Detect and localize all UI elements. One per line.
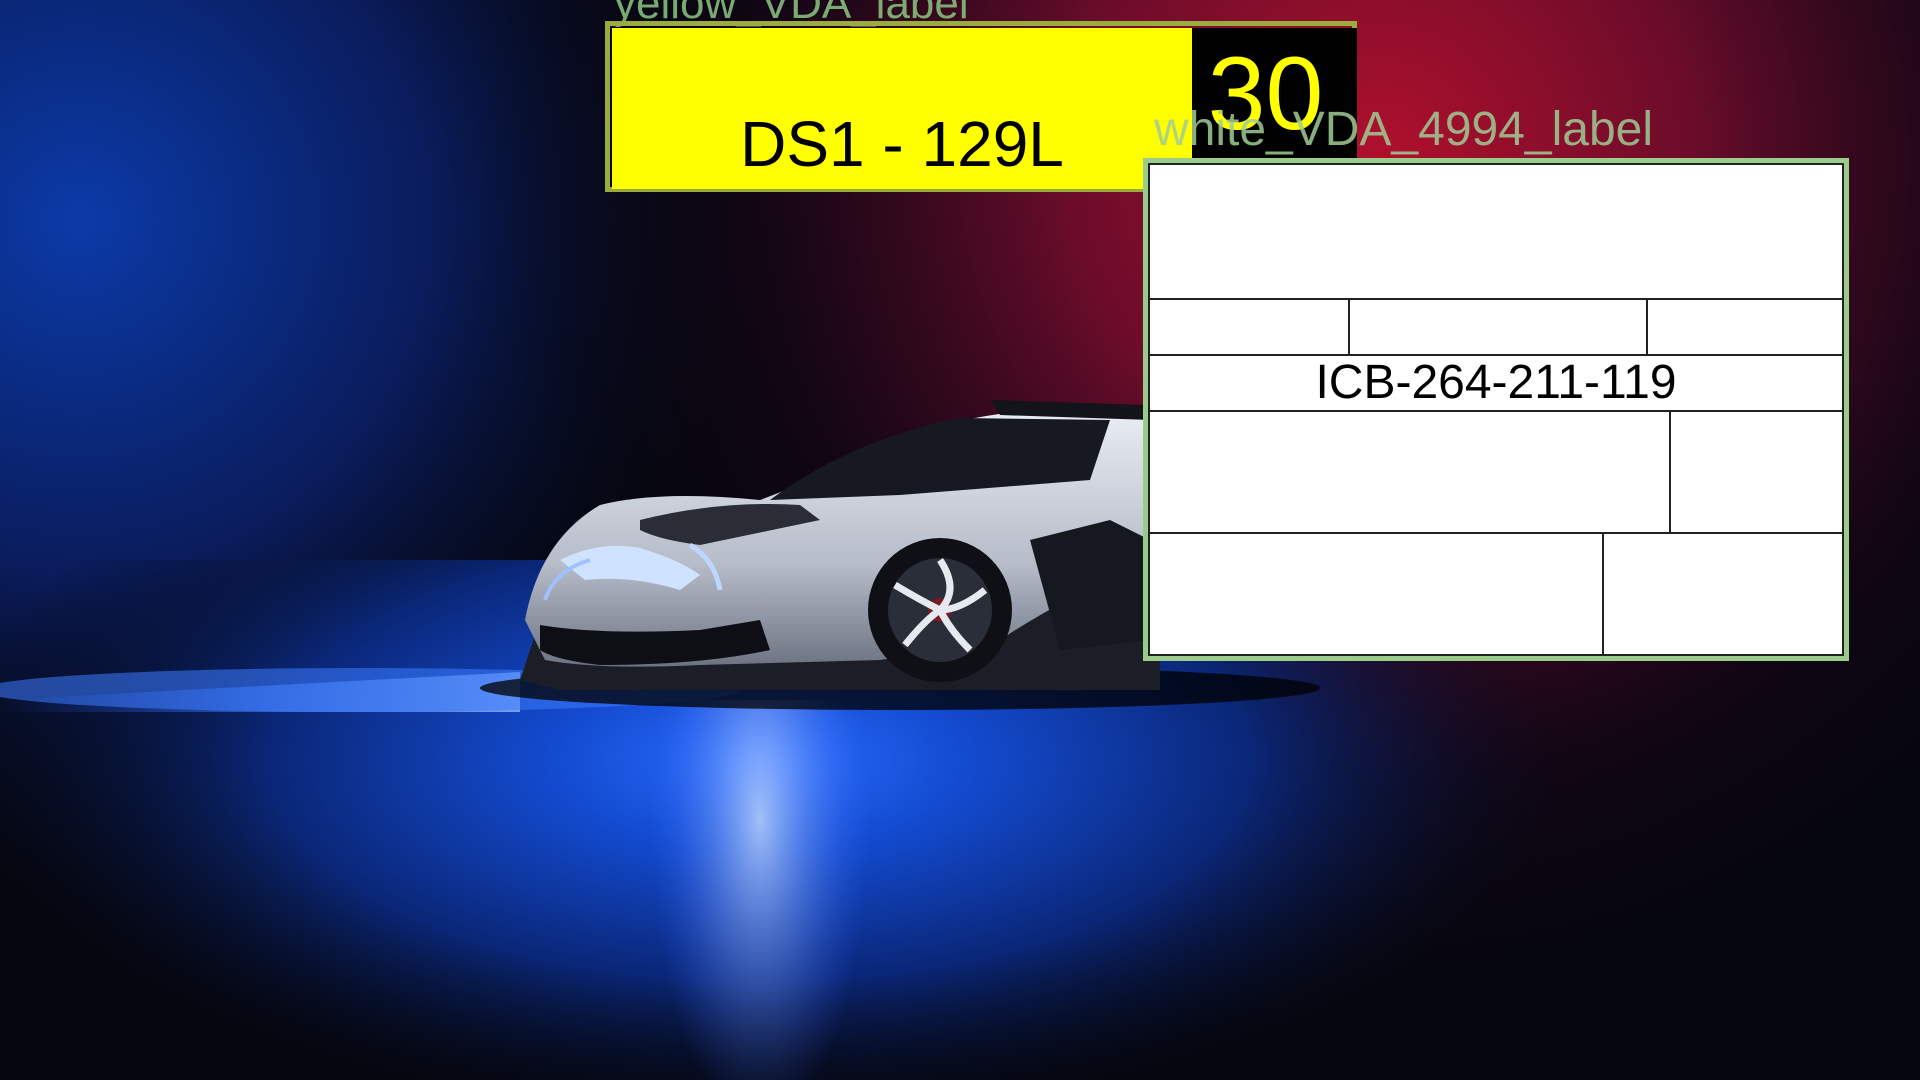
label-grid-line xyxy=(1602,532,1604,656)
label-grid-line xyxy=(1150,298,1842,300)
white-label-caption: white_VDA_4994_label xyxy=(1154,103,1654,156)
canvas: yellow_VDA_label DS1 - 129L 30 ICB-264-2… xyxy=(0,0,1920,1080)
white-label-code: ICB-264-211-119 xyxy=(1315,356,1677,409)
yellow-label-code-field: DS1 - 129L xyxy=(612,28,1192,189)
label-grid-line xyxy=(1669,410,1671,532)
yellow-label-code: DS1 - 129L xyxy=(740,108,1064,180)
label-grid-line xyxy=(1150,532,1842,534)
label-grid-line xyxy=(1348,298,1350,354)
label-grid-line xyxy=(1646,298,1648,354)
white-vda-4994-label: ICB-264-211-119 xyxy=(1148,163,1844,656)
label-grid-line xyxy=(1150,410,1842,412)
